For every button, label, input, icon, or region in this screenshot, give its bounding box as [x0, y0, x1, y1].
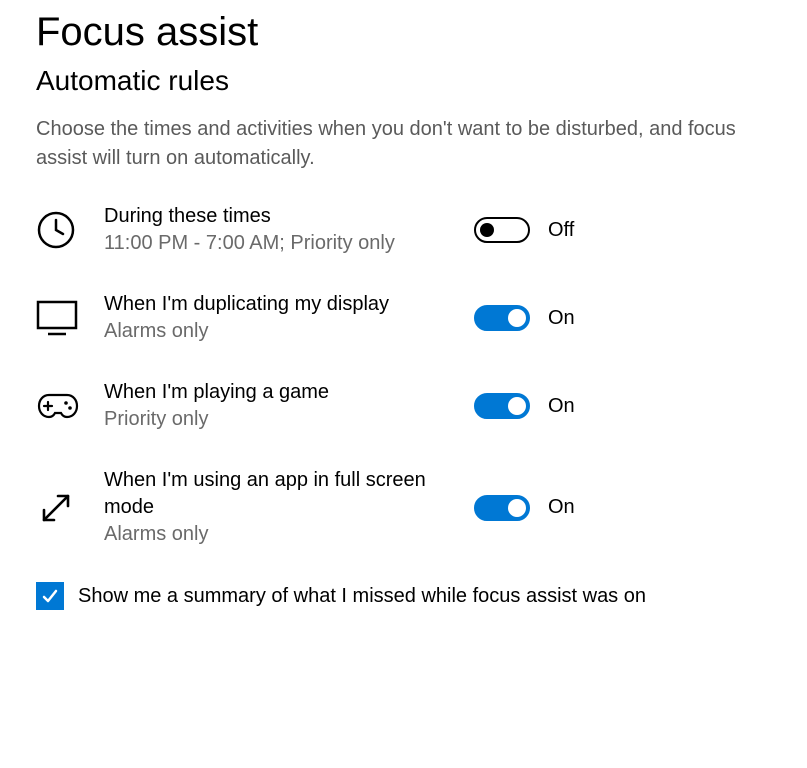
rule-playing-game[interactable]: When I'm playing a game Priority only On: [36, 379, 771, 433]
rule-subtitle: Alarms only: [104, 318, 462, 345]
summary-checkbox[interactable]: [36, 582, 64, 610]
monitor-icon: [36, 300, 84, 336]
rule-title: When I'm duplicating my display: [104, 291, 462, 318]
toggle-label: Off: [548, 219, 578, 242]
toggle-label: On: [548, 307, 578, 330]
section-title: Automatic rules: [36, 65, 771, 97]
rule-title: When I'm playing a game: [104, 379, 462, 406]
toggle-label: On: [548, 395, 578, 418]
toggle-label: On: [548, 496, 578, 519]
rule-subtitle: 11:00 PM - 7:00 AM; Priority only: [104, 230, 462, 257]
rule-fullscreen-app[interactable]: When I'm using an app in full screen mod…: [36, 467, 771, 548]
toggle-during-times[interactable]: [474, 217, 530, 243]
rule-title: During these times: [104, 203, 462, 230]
summary-checkbox-row[interactable]: Show me a summary of what I missed while…: [36, 582, 771, 610]
toggle-fullscreen-app[interactable]: [474, 495, 530, 521]
rule-during-times[interactable]: During these times 11:00 PM - 7:00 AM; P…: [36, 203, 771, 257]
fullscreen-arrow-icon: [36, 488, 84, 528]
rule-duplicating-display[interactable]: When I'm duplicating my display Alarms o…: [36, 291, 771, 345]
summary-checkbox-label: Show me a summary of what I missed while…: [78, 585, 646, 608]
section-description: Choose the times and activities when you…: [36, 115, 771, 173]
rule-title: When I'm using an app in full screen mod…: [104, 467, 462, 521]
gamepad-icon: [36, 391, 84, 421]
page-title: Focus assist: [36, 10, 771, 55]
rule-subtitle: Alarms only: [104, 521, 462, 548]
toggle-playing-game[interactable]: [474, 393, 530, 419]
rule-subtitle: Priority only: [104, 406, 462, 433]
toggle-duplicating-display[interactable]: [474, 305, 530, 331]
clock-icon: [36, 210, 84, 250]
